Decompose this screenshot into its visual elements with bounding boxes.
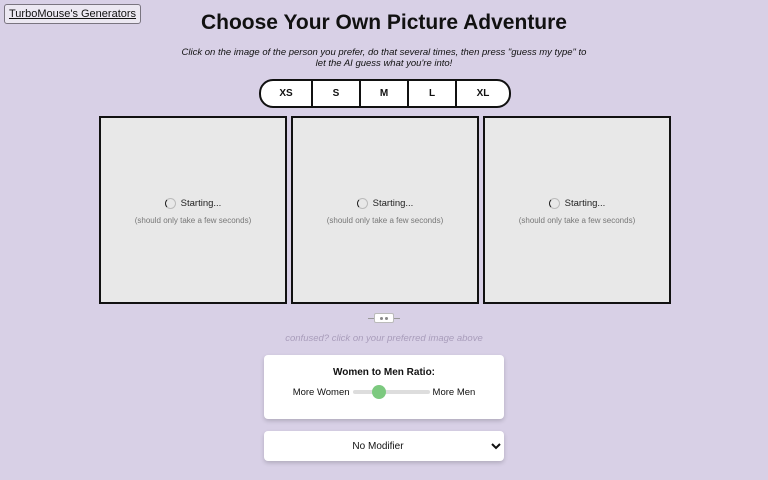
ratio-card: Women to Men Ratio: More Women More Men (264, 355, 504, 419)
panel-divider-handle[interactable] (368, 313, 400, 323)
image-panel-2[interactable]: Starting... (should only take a few seco… (291, 116, 479, 304)
size-selector: XS S M L XL (259, 79, 511, 108)
slider-thumb[interactable] (372, 385, 387, 399)
ratio-slider[interactable] (352, 385, 430, 399)
panel-status: Starting... (293, 198, 477, 209)
panel-status: Starting... (101, 198, 285, 209)
panel-note: (should only take a few seconds) (518, 216, 636, 225)
size-button-xs[interactable]: XS (261, 81, 313, 106)
ratio-row: More Women More Men (264, 385, 504, 399)
panel-status-text: Starting... (180, 198, 222, 209)
ratio-right-label: More Men (432, 386, 476, 398)
panel-status-text: Starting... (564, 198, 606, 209)
ratio-title: Women to Men Ratio: (332, 367, 436, 378)
spinner-icon (164, 198, 176, 209)
page: TurboMouse's Generators Choose Your Own … (0, 0, 768, 480)
panel-note: (should only take a few seconds) (134, 216, 252, 225)
size-button-xl[interactable]: XL (457, 81, 509, 106)
modifier-select[interactable]: No Modifier (264, 431, 504, 461)
size-button-s[interactable]: S (313, 81, 361, 106)
slider-track (352, 390, 430, 394)
panel-status: Starting... (485, 198, 669, 209)
size-button-l[interactable]: L (409, 81, 457, 106)
image-panel-1[interactable]: Starting... (should only take a few seco… (99, 116, 287, 304)
image-panel-3[interactable]: Starting... (should only take a few seco… (483, 116, 671, 304)
spinner-icon (356, 198, 368, 209)
panel-status-text: Starting... (372, 198, 414, 209)
page-title: Choose Your Own Picture Adventure (200, 11, 567, 34)
hint-text: confused? click on your preferred image … (285, 333, 483, 344)
drag-handle-icon (374, 313, 394, 323)
ratio-left-label: More Women (292, 386, 350, 398)
size-button-m[interactable]: M (361, 81, 409, 106)
instructions-text: Click on the image of the person you pre… (181, 47, 587, 69)
spinner-icon (548, 198, 560, 209)
panel-note: (should only take a few seconds) (326, 216, 444, 225)
modifier-select-wrap: No Modifier (264, 431, 504, 461)
